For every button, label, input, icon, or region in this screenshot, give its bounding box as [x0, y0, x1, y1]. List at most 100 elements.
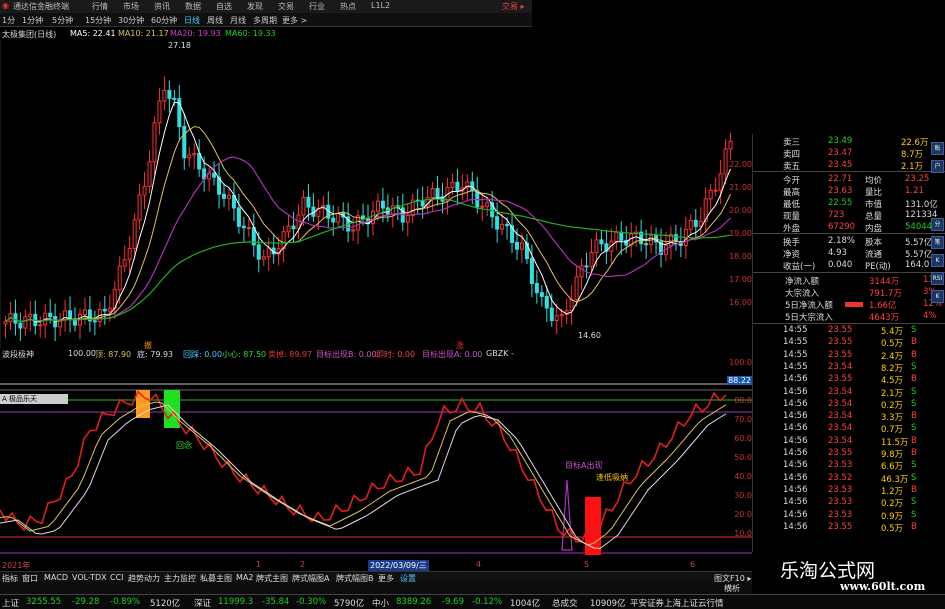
kline-icon[interactable]: K — [931, 254, 944, 267]
candle-body — [351, 229, 356, 232]
candle-body — [544, 295, 549, 309]
account-icon[interactable]: 账 — [931, 142, 944, 155]
period-tab[interactable]: 多周期 — [253, 15, 277, 26]
period-tab[interactable]: 更多 > — [282, 15, 307, 26]
menu-item[interactable]: 资讯 — [154, 1, 170, 12]
tick-price: 23.53 — [828, 509, 853, 520]
index-amount: 1004亿 — [510, 599, 541, 609]
period-tab[interactable]: 30分钟 — [118, 15, 144, 26]
period-tab-daily[interactable]: 日线 — [184, 15, 200, 26]
menu-item[interactable]: 市场 — [123, 1, 139, 12]
menu-item[interactable]: L1L2 — [371, 1, 390, 10]
menu-item[interactable]: 交易 — [278, 1, 294, 12]
period-tab[interactable]: 1分钟 — [22, 15, 43, 26]
ask-row: 卖三 23.49 22.6万 — [783, 136, 929, 148]
period-tab[interactable]: 60分钟 — [151, 15, 177, 26]
indicator-tab[interactable]: MA2 — [236, 573, 253, 582]
menu-item[interactable]: 数据 — [185, 1, 201, 12]
note-back: 回念 — [176, 440, 192, 450]
indicator-axis: 100.0 88.22 80.0 70.0 60.0 50.0 40.0 30.… — [726, 355, 752, 555]
tick-row: 14:56 23.52 46.3万 S — [753, 473, 945, 485]
watermark-url: www.60lt.com — [840, 580, 926, 593]
tick-direction: S — [911, 361, 917, 372]
candle-body — [331, 217, 336, 223]
indicator-chart[interactable]: 回念 目标A出现 逢低吸纳 — [0, 360, 752, 560]
tick-direction: B — [911, 411, 917, 422]
time-tick: 2 — [300, 560, 306, 569]
menu-item[interactable]: 行情 — [92, 1, 108, 12]
ma10-value: MA10: 21.17 — [118, 29, 169, 38]
tick-row: 14:56 23.54 0.7万 S — [753, 423, 945, 435]
status-bar: 上证 3255.55 -29.28 -0.89% 5120亿 深证 11999.… — [0, 594, 945, 609]
indicator-tick: 60.0 — [734, 434, 752, 443]
index-pct: -0.12% — [472, 597, 503, 607]
index-value: 8389.26 — [396, 597, 432, 607]
kline-icon[interactable]: K — [931, 290, 944, 303]
tick-icon[interactable]: 笔 — [931, 236, 944, 249]
time-tick: 2021年 — [2, 561, 31, 570]
price-axis: 22.00 21.00 20.00 19.00 18.00 17.00 16.0… — [728, 150, 752, 320]
candle-body — [380, 200, 385, 209]
menu-item[interactable]: 行业 — [309, 1, 325, 12]
period-tab[interactable]: 5分钟 — [52, 15, 73, 26]
candle-body — [420, 200, 425, 207]
index-label[interactable]: 上证 — [2, 597, 19, 609]
candle-body — [296, 214, 301, 230]
candle-body — [554, 315, 559, 321]
candle-body — [92, 320, 97, 323]
candle-body — [529, 258, 534, 284]
tick-time: 14:56 — [783, 423, 808, 434]
flow-row: 5日净流入额 1.66亿 12% — [785, 299, 942, 311]
split-icon[interactable]: 分 — [931, 218, 944, 231]
tick-volume: 9.8万 — [881, 450, 904, 460]
stat-row: 净资 4.93 流通 5.57亿 — [783, 248, 933, 260]
subpanel-tab[interactable]: A 极品乐天 — [0, 394, 68, 404]
tick-row: 14:56 23.54 3.3万 B — [753, 411, 945, 423]
indicator-tab[interactable]: MACD — [44, 573, 68, 582]
period-tab[interactable]: 周线 — [207, 15, 223, 26]
ma20-value: MA20: 19.93 — [170, 29, 221, 38]
tick-time: 14:56 — [783, 435, 808, 446]
tick-price: 23.55 — [828, 374, 853, 385]
rsi-icon[interactable]: RSI — [931, 272, 944, 285]
candle-body — [23, 316, 28, 329]
candle-body — [187, 154, 192, 159]
tick-time: 14:55 — [783, 325, 808, 335]
period-tab[interactable]: 月线 — [230, 15, 246, 26]
tick-direction: B — [911, 374, 917, 385]
tick-direction: B — [911, 349, 917, 360]
indicator-value: 卖掉: 89.97 — [268, 350, 313, 359]
menu-item[interactable]: 自选 — [216, 1, 232, 12]
mode-label[interactable]: 横析 — [724, 583, 740, 594]
candle-body — [390, 205, 395, 215]
menu-item[interactable]: 发现 — [247, 1, 263, 12]
ask-row: 卖四 23.47 8.7万 — [783, 148, 924, 160]
tick-row: 14:56 23.54 0.2万 S — [753, 398, 945, 411]
candle-body — [127, 247, 132, 261]
indicator-tab[interactable]: CCI — [110, 573, 124, 582]
indicator-tick: 20.0 — [734, 510, 752, 519]
price-tick: 21.00 — [729, 183, 752, 192]
user-icon[interactable]: 户 — [931, 160, 944, 173]
tick-price: 23.54 — [828, 398, 853, 409]
candle-body — [122, 259, 127, 267]
time-cursor-label: 2022/03/09/三 — [368, 560, 429, 571]
trade-button[interactable]: 交易 ▸ — [502, 1, 525, 12]
period-tab[interactable]: 1分 — [2, 15, 15, 26]
menu-item[interactable]: 热点 — [340, 1, 356, 12]
index-label[interactable]: 中小 — [372, 597, 389, 609]
index-label[interactable]: 深证 — [194, 597, 211, 609]
period-tab[interactable]: 15分钟 — [85, 15, 111, 26]
high-price-label: 27.18 — [168, 41, 191, 50]
tick-price: 23.53 — [828, 497, 853, 508]
candle-body — [182, 126, 187, 159]
tick-row: 14:55 23.55 2.4万 B — [753, 349, 945, 362]
indicator-tab[interactable]: VOL-TDX — [72, 573, 107, 582]
candle-body — [157, 100, 162, 124]
tick-volume: 8.2万 — [881, 363, 904, 374]
candle-body — [619, 231, 624, 241]
candle-body — [514, 241, 519, 250]
indicator-name[interactable]: 波段极神 — [2, 349, 34, 360]
tick-volume: 2.4万 — [881, 351, 904, 362]
price-chart[interactable]: 27.18 14.60 — [0, 40, 752, 348]
